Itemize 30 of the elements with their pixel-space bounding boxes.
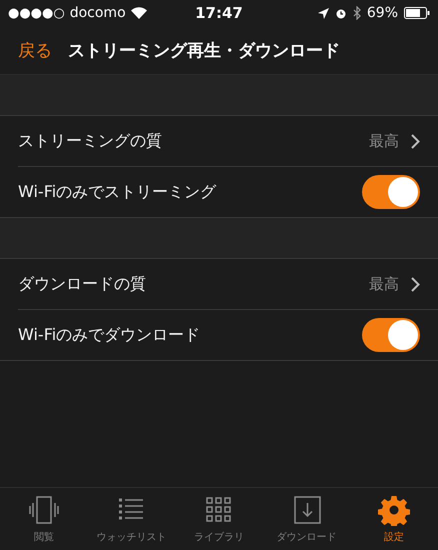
row-label: Wi-Fiのみでダウンロード [18,324,202,346]
row-label: ストリーミングの質 [18,130,163,152]
toggle-switch[interactable] [362,175,420,209]
page-title: ストリーミング再生・ダウンロード [68,40,340,62]
row-value: 最高 [369,132,399,150]
row-label: Wi-Fiのみでストリーミング [18,182,218,202]
phone-icon [28,494,60,526]
row-label: ダウンロードの質 [18,274,147,294]
tab-item[interactable]: 設定 [350,488,438,550]
chevron-icon [411,134,420,148]
tab-item[interactable]: ダウンロード [262,488,350,550]
settings-row[interactable]: ストリーミングの質 最高 [18,116,438,167]
clock: 17:47 [194,4,244,22]
bluetooth-icon [352,6,361,20]
chevron-icon [411,276,420,292]
tab-item[interactable]: ウォッチリスト [88,488,176,550]
tab-item[interactable]: ライブラリ [175,488,263,550]
back-link[interactable]: 戻る [18,38,52,62]
toggle-switch[interactable] [362,318,420,352]
alarm-icon [334,7,347,19]
settings-icon [378,494,410,526]
battery-percent: 69% [366,5,398,21]
row-value: 最高 [369,274,399,294]
carrier-name: docomo [70,5,126,21]
signal-strength: ●●●●○ [8,6,65,20]
tab-item[interactable]: 閲覧 [0,488,88,550]
location-icon [318,8,329,18]
wifi-icon [130,7,147,19]
settings-row[interactable]: ダウンロードの質 最高 [18,259,438,310]
battery-icon [404,7,430,19]
